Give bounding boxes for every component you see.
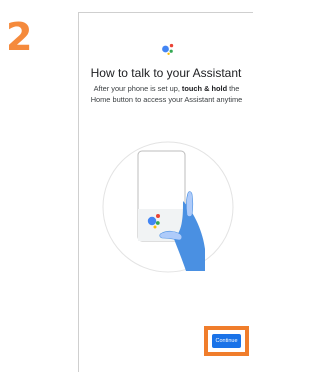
step-number: 2 [6,15,33,59]
continue-button[interactable]: Continue [212,334,241,348]
emphasis-text: touch & hold [181,84,228,93]
phone-screen: How to talk to your Assistant After your… [78,12,253,372]
hand-holding-phone-illustration [102,141,234,273]
page-title: How to talk to your Assistant [90,66,242,80]
google-assistant-icon [162,43,174,55]
continue-highlight: Continue [204,326,249,356]
instructions-text: After your phone is set up, touch & hold… [90,84,243,104]
